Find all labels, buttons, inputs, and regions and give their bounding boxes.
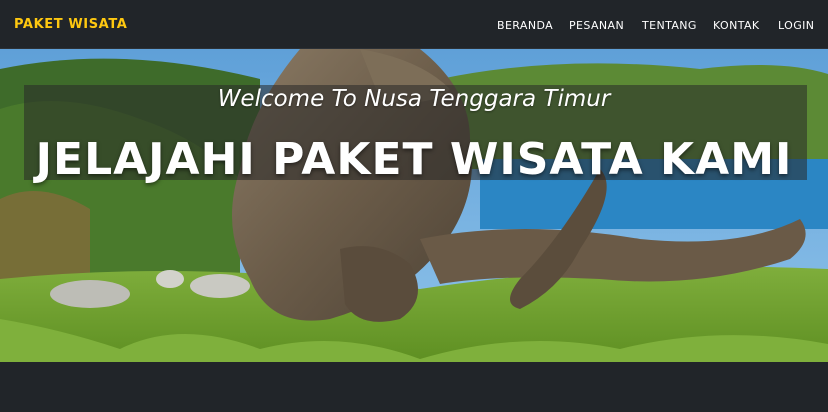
nav-link-kontak[interactable]: KONTAK bbox=[713, 19, 760, 32]
navbar: PAKET WISATA BERANDA PESANAN TENTANG KON… bbox=[0, 0, 828, 49]
nav-link-login[interactable]: LOGIN bbox=[778, 19, 814, 32]
hero-subtitle: Welcome To Nusa Tenggara Timur bbox=[217, 86, 611, 112]
page-bottom-strip bbox=[0, 362, 828, 412]
nav-link-beranda[interactable]: BERANDA bbox=[497, 19, 553, 32]
nav-link-tentang[interactable]: TENTANG bbox=[642, 19, 697, 32]
brand-logo[interactable]: PAKET WISATA bbox=[14, 17, 127, 32]
nav-link-pesanan[interactable]: PESANAN bbox=[569, 19, 624, 32]
hero-title: JELAJAHI PAKET WISATA KAMI bbox=[35, 134, 793, 185]
